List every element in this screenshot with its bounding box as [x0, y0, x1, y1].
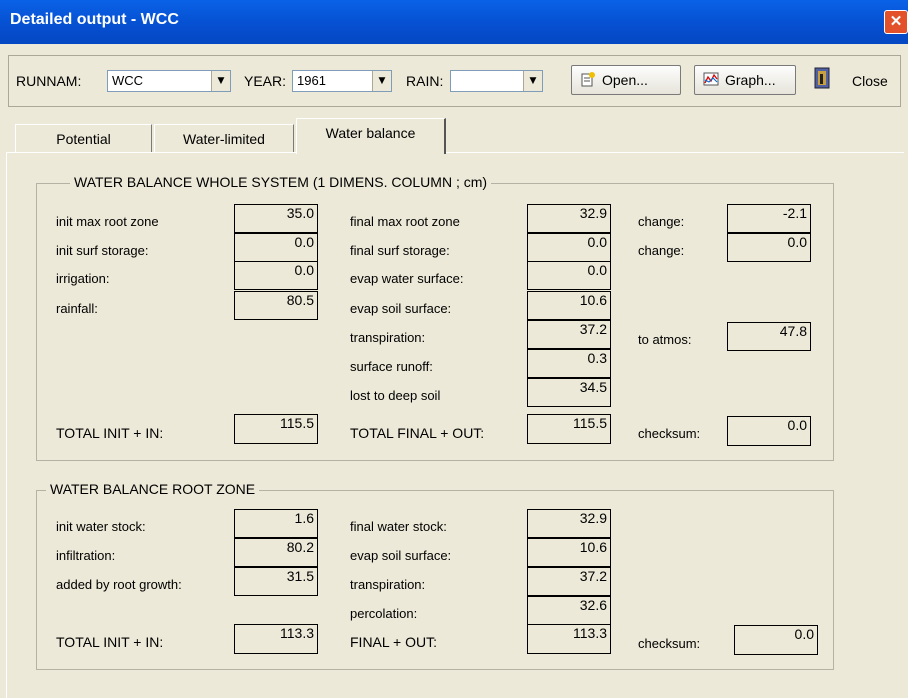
label-init-water-stock: init water stock:: [56, 519, 146, 534]
label-init-max-root-zone: init max root zone: [56, 214, 159, 229]
runnam-label: RUNNAM:: [16, 73, 82, 89]
value-irrigation: 0.0: [234, 261, 318, 290]
value-transpiration: 37.2: [527, 320, 611, 349]
label-change-root-zone: change:: [638, 214, 685, 229]
close-button-label: Close: [852, 73, 888, 89]
value-rz-evap-soil-surface: 10.6: [527, 538, 611, 567]
label-total-final-out: TOTAL FINAL + OUT:: [350, 425, 485, 441]
value-total-final-out: 115.5: [527, 414, 611, 444]
value-rz-final-out: 113.3: [527, 624, 611, 654]
label-rz-evap-soil-surface: evap soil surface:: [350, 548, 452, 563]
root-zone-title: WATER BALANCE ROOT ZONE: [46, 481, 260, 497]
value-final-surf-storage: 0.0: [527, 233, 611, 262]
whole-system-title: WATER BALANCE WHOLE SYSTEM (1 DIMENS. CO…: [70, 174, 492, 190]
label-infiltration: infiltration:: [56, 548, 116, 563]
value-lost-to-deep-soil: 34.5: [527, 378, 611, 407]
close-button[interactable]: Close: [806, 65, 898, 95]
label-final-max-root-zone: final max root zone: [350, 214, 460, 229]
year-value: 1961: [297, 73, 326, 88]
value-change-surf-storage: 0.0: [727, 233, 811, 262]
open-button-label: Open...: [602, 72, 648, 88]
label-evap-water-surface: evap water surface:: [350, 271, 464, 286]
window-title: Detailed output - WCC: [10, 11, 179, 28]
rain-select[interactable]: ▼: [450, 70, 543, 92]
graph-button[interactable]: Graph...: [694, 65, 796, 95]
exit-door-icon: [814, 67, 830, 89]
tab-water-limited[interactable]: Water-limited: [154, 124, 294, 152]
value-rz-checksum: 0.0: [734, 625, 818, 655]
close-icon: ✕: [889, 13, 903, 30]
label-irrigation: irrigation:: [56, 271, 110, 286]
value-percolation: 32.6: [527, 596, 611, 625]
chevron-down-icon[interactable]: ▼: [211, 71, 230, 91]
label-evap-soil-surface: evap soil surface:: [350, 301, 452, 316]
label-rz-checksum: checksum:: [638, 636, 701, 651]
tab-label: Potential: [56, 131, 111, 147]
label-rz-transpiration: transpiration:: [350, 577, 426, 592]
chevron-down-icon[interactable]: ▼: [523, 71, 542, 91]
label-final-water-stock: final water stock:: [350, 519, 447, 534]
tab-label: Water balance: [325, 125, 416, 141]
runnam-select[interactable]: WCC ▼: [107, 70, 231, 92]
label-rz-final-out: FINAL + OUT:: [350, 634, 438, 650]
label-change-surf-storage: change:: [638, 243, 685, 258]
value-rz-total-init-in: 113.3: [234, 624, 318, 654]
graph-icon: [703, 72, 719, 86]
open-file-icon: [581, 72, 595, 87]
value-rainfall: 80.5: [234, 291, 318, 320]
label-percolation: percolation:: [350, 606, 418, 621]
window-close-button[interactable]: ✕: [884, 10, 908, 34]
label-total-init-in: TOTAL INIT + IN:: [56, 425, 164, 441]
rain-label: RAIN:: [406, 73, 444, 89]
toolbar: RUNNAM: WCC ▼ YEAR: 1961 ▼ RAIN: ▼ Open.…: [8, 55, 901, 107]
value-final-water-stock: 32.9: [527, 509, 611, 538]
value-init-surf-storage: 0.0: [234, 233, 318, 262]
label-surface-runoff: surface runoff:: [350, 359, 433, 374]
graph-button-label: Graph...: [725, 72, 776, 88]
year-label: YEAR:: [244, 73, 287, 89]
label-checksum: checksum:: [638, 426, 701, 441]
label-rainfall: rainfall:: [56, 301, 98, 316]
label-lost-to-deep-soil: lost to deep soil: [350, 388, 441, 403]
tab-potential[interactable]: Potential: [15, 124, 152, 152]
label-to-atmos: to atmos:: [638, 332, 692, 347]
tab-label: Water-limited: [183, 131, 265, 147]
title-bar: Detailed output - WCC ✕: [0, 0, 908, 44]
label-added-by-root-growth: added by root growth:: [56, 577, 182, 592]
year-select[interactable]: 1961 ▼: [292, 70, 392, 92]
tab-water-balance[interactable]: Water balance: [296, 118, 446, 154]
label-rz-total-init-in: TOTAL INIT + IN:: [56, 634, 164, 650]
open-button[interactable]: Open...: [571, 65, 681, 95]
value-infiltration: 80.2: [234, 538, 318, 567]
value-evap-water-surface: 0.0: [527, 261, 611, 290]
value-checksum: 0.0: [727, 416, 811, 446]
value-rz-transpiration: 37.2: [527, 567, 611, 596]
value-final-max-root-zone: 32.9: [527, 204, 611, 233]
label-transpiration: transpiration:: [350, 330, 426, 345]
runnam-value: WCC: [112, 73, 144, 88]
value-to-atmos: 47.8: [727, 322, 811, 351]
value-surface-runoff: 0.3: [527, 349, 611, 378]
value-change-root-zone: -2.1: [727, 204, 811, 233]
value-total-init-in: 115.5: [234, 414, 318, 444]
label-init-surf-storage: init surf storage:: [56, 243, 149, 258]
value-init-max-root-zone: 35.0: [234, 204, 318, 233]
value-init-water-stock: 1.6: [234, 509, 318, 538]
label-final-surf-storage: final surf storage:: [350, 243, 450, 258]
value-added-by-root-growth: 31.5: [234, 567, 318, 596]
chevron-down-icon[interactable]: ▼: [372, 71, 391, 91]
value-evap-soil-surface: 10.6: [527, 291, 611, 320]
